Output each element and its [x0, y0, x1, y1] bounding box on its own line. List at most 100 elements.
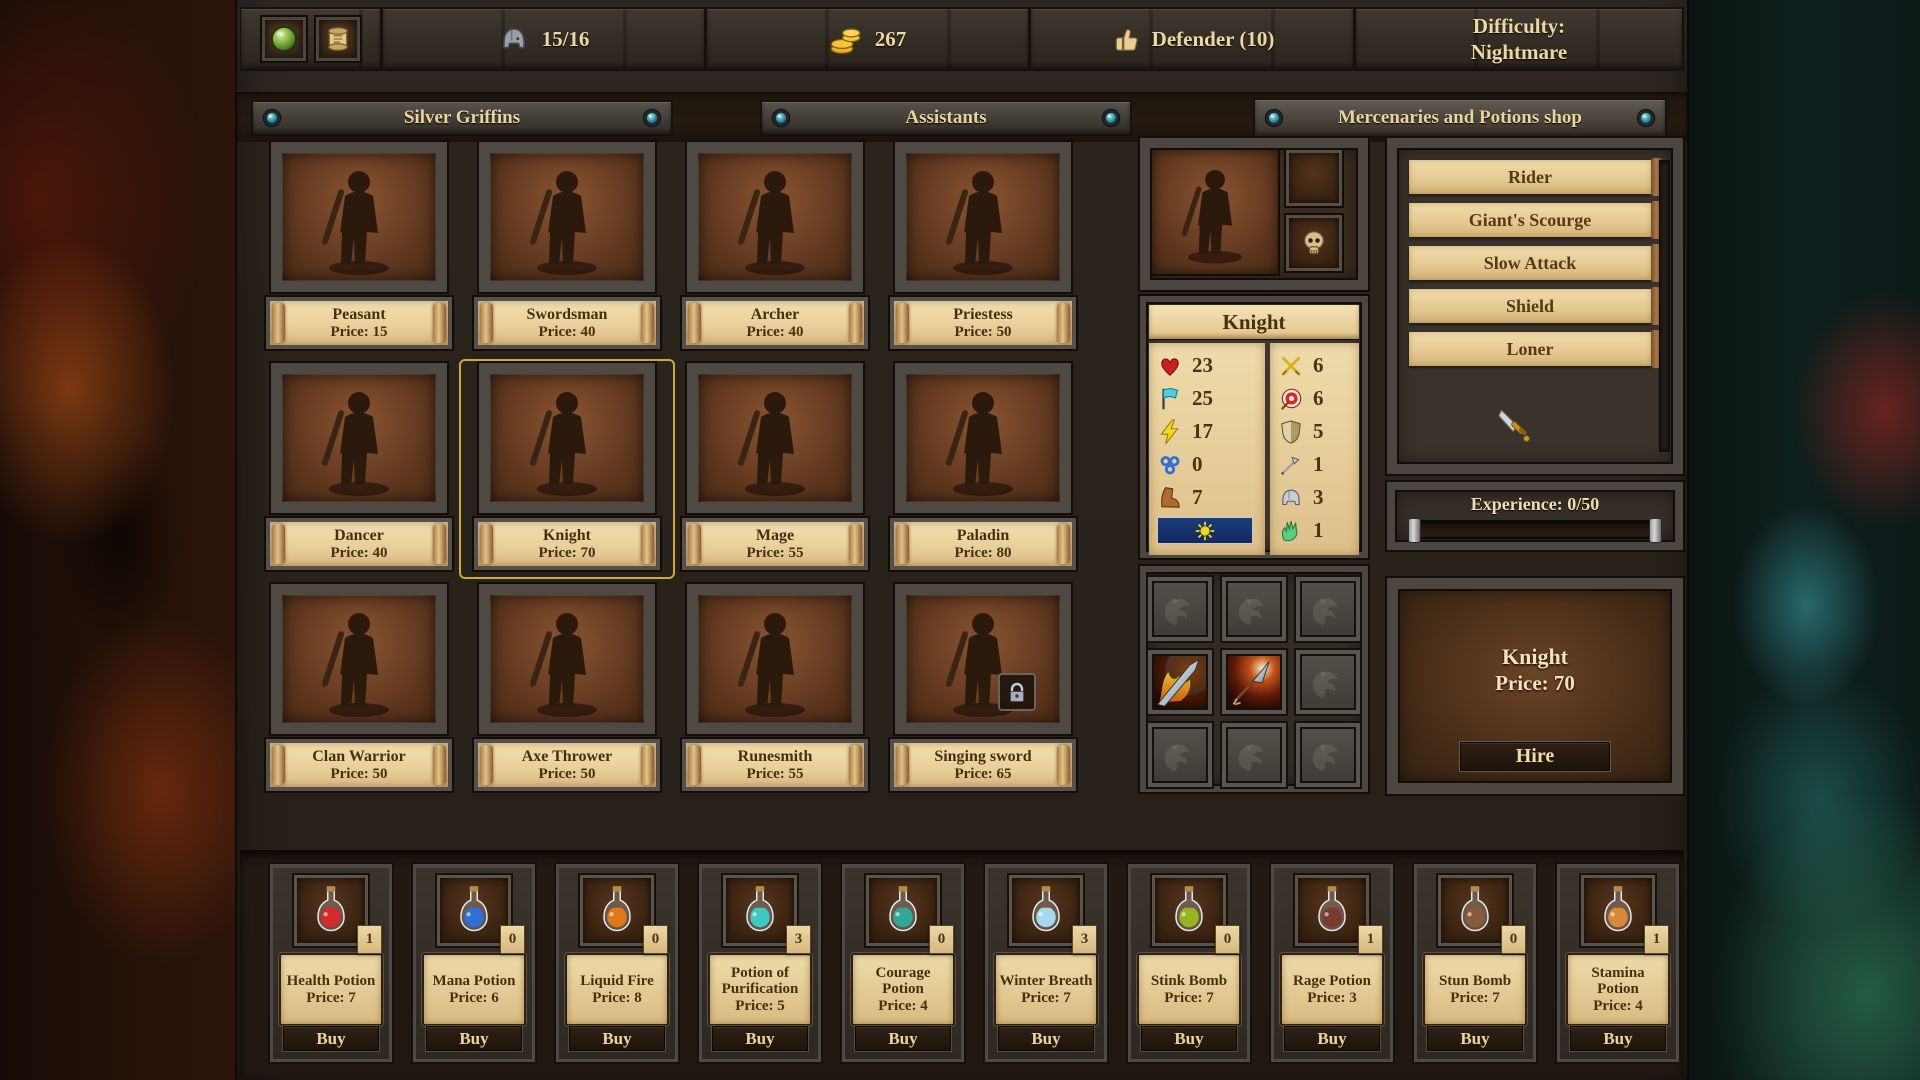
selected-unit-portrait	[1152, 150, 1278, 274]
griffin-emblem-icon	[1226, 727, 1282, 783]
hire-unit-price: Price: 70	[1495, 671, 1575, 696]
unit-banner: Mage Price: 55	[682, 518, 868, 570]
buy-button[interactable]: Buy	[712, 1026, 808, 1051]
unit-banner: Singing sword Price: 65	[890, 739, 1076, 791]
stat-value: 3	[1313, 485, 1324, 510]
stat-ammo: 1	[1278, 448, 1354, 481]
unit-card-swordsman[interactable]: Swordsman Price: 40	[463, 142, 671, 354]
world-orb-button[interactable]	[262, 17, 306, 61]
flask-icon	[1453, 885, 1497, 937]
unit-portrait-frame	[895, 584, 1071, 734]
potion-label: Health Potion Price: 7	[279, 953, 383, 1026]
unit-card-axe-thrower[interactable]: Axe Thrower Price: 50	[463, 584, 671, 796]
unit-card-runesmith[interactable]: Runesmith Price: 55	[671, 584, 879, 796]
potion-label: Rage Potion Price: 3	[1280, 953, 1384, 1026]
hire-button[interactable]: Hire	[1460, 742, 1610, 771]
experience-bar	[1414, 520, 1656, 539]
unit-name: Singing sword	[934, 748, 1031, 766]
topbar-quick-buttons	[240, 7, 382, 71]
tab-silver-griffins[interactable]: Silver Griffins	[251, 100, 673, 136]
experience-panel: Experience: 0/50	[1387, 482, 1683, 550]
unit-name: Axe Thrower	[522, 748, 613, 766]
unit-portrait-art	[1165, 160, 1265, 268]
unit-card-mage[interactable]: Mage Price: 55	[671, 363, 879, 575]
griffin-emblem-icon	[1300, 727, 1356, 783]
stat-value: 7	[1192, 485, 1203, 510]
unit-price: Price: 40	[746, 324, 803, 341]
lightning-icon	[1157, 419, 1183, 445]
unit-banner: Priestess Price: 50	[890, 297, 1076, 349]
unit-price: Price: 50	[538, 766, 595, 783]
unit-card-singing-sword[interactable]: Singing sword Price: 65	[879, 584, 1087, 796]
potion-price: Price: 4	[878, 997, 928, 1015]
darts-icon	[1278, 452, 1304, 478]
unit-portrait-frame	[479, 142, 655, 292]
thumbs-up-icon	[1110, 24, 1140, 54]
ability-slot-empty	[1296, 650, 1360, 714]
ability-slot-flaming-blade[interactable]	[1148, 650, 1212, 714]
unit-portrait-frame	[271, 584, 447, 734]
flask-icon	[595, 885, 639, 937]
unit-card-peasant[interactable]: Peasant Price: 15	[255, 142, 463, 354]
buy-button[interactable]: Buy	[283, 1026, 379, 1051]
unit-banner: Paladin Price: 80	[890, 518, 1076, 570]
skull-icon	[1299, 228, 1329, 258]
stat-initiative: 17	[1157, 415, 1260, 448]
potion-count: 0	[643, 925, 668, 954]
tab-assistants[interactable]: Assistants	[760, 100, 1132, 136]
unit-card-priestess[interactable]: Priestess Price: 50	[879, 142, 1087, 354]
ability-slot-empty	[1148, 577, 1212, 641]
background-art-left	[0, 0, 240, 1080]
stat-value: 25	[1192, 386, 1213, 411]
unit-name: Mage	[756, 527, 794, 545]
potion-card-potion-of-purification: 3 Potion of Purification Price: 5 Buy	[699, 864, 821, 1062]
buy-button[interactable]: Buy	[426, 1026, 522, 1051]
potions-tray: 1 Health Potion Price: 7 Buy 0 Mana Poti…	[240, 850, 1684, 1076]
buy-button[interactable]: Buy	[569, 1026, 665, 1051]
unit-card-archer[interactable]: Archer Price: 40	[671, 142, 879, 354]
unit-portrait-frame	[895, 363, 1071, 513]
piercing-arrow-ability-icon	[1228, 656, 1280, 708]
unit-card-clan-warrior[interactable]: Clan Warrior Price: 50	[255, 584, 463, 796]
flask-icon	[881, 885, 925, 937]
potion-label: Mana Potion Price: 6	[422, 953, 526, 1026]
stat-value: 17	[1192, 419, 1213, 444]
shield-icon	[1278, 419, 1304, 445]
traits-scrollbar[interactable]	[1659, 160, 1670, 452]
unit-portrait-frame	[687, 363, 863, 513]
shop-window: 15/16 267 Defender (10) Difficulty: Nigh…	[237, 0, 1687, 1080]
flask-icon	[1167, 885, 1211, 937]
trait-rider[interactable]: Rider	[1409, 160, 1651, 194]
tab-strip: Silver Griffins Assistants Mercenaries a…	[237, 92, 1687, 142]
buy-button[interactable]: Buy	[1141, 1026, 1237, 1051]
griffin-emblem-icon	[1152, 581, 1208, 637]
buy-button[interactable]: Buy	[1427, 1026, 1523, 1051]
traits-panel: Rider Giant's Scourge Slow Attack Shield…	[1387, 138, 1683, 474]
army-size-value: 15/16	[542, 27, 590, 52]
buy-button[interactable]: Buy	[998, 1026, 1094, 1051]
trait-slow-attack[interactable]: Slow Attack	[1409, 246, 1651, 280]
buy-button[interactable]: Buy	[855, 1026, 951, 1051]
unit-card-paladin[interactable]: Paladin Price: 80	[879, 363, 1087, 575]
buy-button[interactable]: Buy	[1570, 1026, 1666, 1051]
potion-label: Courage Potion Price: 4	[851, 953, 955, 1026]
trait-giants-scourge[interactable]: Giant's Scourge	[1409, 203, 1651, 237]
scroll-button[interactable]	[316, 17, 360, 61]
unit-price: Price: 40	[538, 324, 595, 341]
potion-name: Health Potion	[287, 973, 376, 989]
unit-portrait-art	[512, 160, 622, 280]
trait-shield[interactable]: Shield	[1409, 289, 1651, 323]
tab-mercenaries-shop[interactable]: Mercenaries and Potions shop	[1253, 98, 1667, 138]
stat-attack: 6	[1278, 349, 1354, 382]
unit-portrait-art	[512, 381, 622, 501]
potion-card-stink-bomb: 0 Stink Bomb Price: 7 Buy	[1128, 864, 1250, 1062]
ability-slot-piercing-arrow[interactable]	[1222, 650, 1286, 714]
trait-loner[interactable]: Loner	[1409, 332, 1651, 366]
army-size-section: 15/16	[382, 7, 706, 71]
potion-card-rage-potion: 1 Rage Potion Price: 3 Buy	[1271, 864, 1393, 1062]
unit-price: Price: 50	[330, 766, 387, 783]
flask-icon	[738, 885, 782, 937]
unit-card-knight-selected[interactable]: Knight Price: 70	[463, 363, 671, 575]
unit-card-dancer[interactable]: Dancer Price: 40	[255, 363, 463, 575]
buy-button[interactable]: Buy	[1284, 1026, 1380, 1051]
